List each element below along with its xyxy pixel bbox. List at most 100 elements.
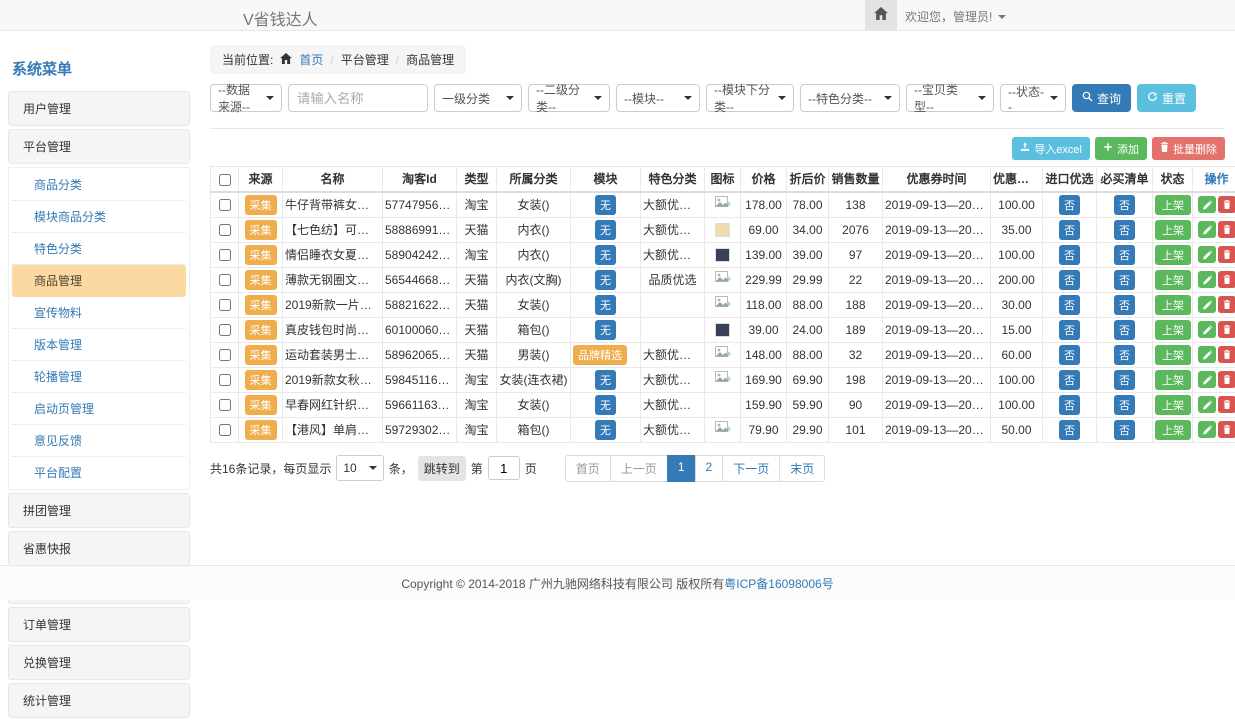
- jump-to-button[interactable]: 跳转到: [418, 456, 466, 481]
- status-badge[interactable]: 上架: [1155, 420, 1191, 440]
- status-badge[interactable]: 上架: [1155, 395, 1191, 415]
- edit-button[interactable]: [1198, 271, 1216, 288]
- must-buy-toggle-button[interactable]: 否: [1114, 195, 1135, 215]
- sidebar-group-兑换管理[interactable]: 兑换管理: [8, 645, 190, 680]
- delete-button[interactable]: [1218, 396, 1235, 413]
- row-checkbox[interactable]: [219, 374, 231, 386]
- edit-button[interactable]: [1198, 346, 1216, 363]
- delete-button[interactable]: [1218, 196, 1235, 213]
- must-buy-toggle-button[interactable]: 否: [1114, 270, 1135, 290]
- must-buy-toggle-button[interactable]: 否: [1114, 245, 1135, 265]
- sidebar-group-用户管理[interactable]: 用户管理: [8, 91, 190, 126]
- batch-delete-button[interactable]: 批量删除: [1152, 137, 1225, 160]
- sidebar-item-商品分类[interactable]: 商品分类: [12, 169, 186, 201]
- sidebar-item-版本管理[interactable]: 版本管理: [12, 329, 186, 361]
- edit-button[interactable]: [1198, 196, 1216, 213]
- filter-select-3[interactable]: --模块--: [616, 84, 700, 112]
- breadcrumb-home-link[interactable]: 首页: [299, 51, 323, 68]
- import-toggle-button[interactable]: 否: [1059, 295, 1080, 315]
- edit-button[interactable]: [1198, 321, 1216, 338]
- delete-button[interactable]: [1218, 271, 1235, 288]
- edit-button[interactable]: [1198, 396, 1216, 413]
- edit-button[interactable]: [1198, 371, 1216, 388]
- edit-button[interactable]: [1198, 246, 1216, 263]
- page-button-末页[interactable]: 末页: [779, 455, 825, 482]
- sidebar-group-订单管理[interactable]: 订单管理: [8, 607, 190, 642]
- page-button-2[interactable]: 2: [695, 455, 724, 482]
- delete-button[interactable]: [1218, 346, 1235, 363]
- page-button-上一页[interactable]: 上一页: [610, 455, 668, 482]
- filter-select-5[interactable]: --特色分类--: [800, 84, 900, 112]
- reset-button[interactable]: 重置: [1137, 84, 1196, 112]
- must-buy-toggle-button[interactable]: 否: [1114, 395, 1135, 415]
- edit-button[interactable]: [1198, 421, 1216, 438]
- select-all-checkbox[interactable]: [219, 174, 231, 186]
- page-button-首页[interactable]: 首页: [565, 455, 611, 482]
- delete-button[interactable]: [1218, 321, 1235, 338]
- page-size-select[interactable]: 10: [336, 455, 383, 481]
- filter-select-7[interactable]: --状态--: [1000, 84, 1066, 112]
- status-badge[interactable]: 上架: [1155, 270, 1191, 290]
- delete-button[interactable]: [1218, 246, 1235, 263]
- sidebar-item-启动页管理[interactable]: 启动页管理: [12, 393, 186, 425]
- filter-select-1[interactable]: 一级分类: [434, 84, 522, 112]
- status-badge[interactable]: 上架: [1155, 370, 1191, 390]
- status-badge[interactable]: 上架: [1155, 295, 1191, 315]
- filter-select-6[interactable]: --宝贝类型--: [906, 84, 994, 112]
- must-buy-toggle-button[interactable]: 否: [1114, 370, 1135, 390]
- sidebar-item-特色分类[interactable]: 特色分类: [12, 233, 186, 265]
- must-buy-toggle-button[interactable]: 否: [1114, 320, 1135, 340]
- module-none-badge[interactable]: 无: [595, 195, 616, 215]
- sidebar-item-意见反馈[interactable]: 意见反馈: [12, 425, 186, 457]
- icp-link[interactable]: 粤ICP备16098006号: [724, 575, 833, 592]
- name-search-input[interactable]: [288, 84, 428, 112]
- sidebar-item-宣传物料[interactable]: 宣传物料: [12, 297, 186, 329]
- jump-page-input[interactable]: [488, 456, 520, 480]
- delete-button[interactable]: [1218, 421, 1235, 438]
- import-toggle-button[interactable]: 否: [1059, 320, 1080, 340]
- module-none-badge[interactable]: 无: [595, 420, 616, 440]
- sidebar-group-拼团管理[interactable]: 拼团管理: [8, 493, 190, 528]
- module-none-badge[interactable]: 无: [595, 370, 616, 390]
- import-excel-button[interactable]: 导入excel: [1012, 137, 1090, 160]
- sidebar-group-平台管理[interactable]: 平台管理: [8, 129, 190, 164]
- home-button[interactable]: [865, 0, 897, 30]
- import-toggle-button[interactable]: 否: [1059, 370, 1080, 390]
- delete-button[interactable]: [1218, 221, 1235, 238]
- data-source-select[interactable]: --数据来源--: [210, 84, 282, 112]
- status-badge[interactable]: 上架: [1155, 320, 1191, 340]
- module-none-badge[interactable]: 无: [595, 295, 616, 315]
- module-none-badge[interactable]: 无: [595, 395, 616, 415]
- sidebar-item-商品管理[interactable]: 商品管理: [12, 265, 186, 297]
- sidebar-item-轮播管理[interactable]: 轮播管理: [12, 361, 186, 393]
- sidebar-item-平台配置[interactable]: 平台配置: [12, 457, 186, 488]
- page-button-下一页[interactable]: 下一页: [722, 455, 780, 482]
- import-toggle-button[interactable]: 否: [1059, 420, 1080, 440]
- row-checkbox[interactable]: [219, 249, 231, 261]
- status-badge[interactable]: 上架: [1155, 220, 1191, 240]
- row-checkbox[interactable]: [219, 299, 231, 311]
- sidebar-item-模块商品分类[interactable]: 模块商品分类: [12, 201, 186, 233]
- filter-select-4[interactable]: --模块下分类--: [706, 84, 794, 112]
- must-buy-toggle-button[interactable]: 否: [1114, 220, 1135, 240]
- must-buy-toggle-button[interactable]: 否: [1114, 295, 1135, 315]
- search-button[interactable]: 查询: [1072, 84, 1131, 112]
- page-button-1[interactable]: 1: [667, 455, 696, 482]
- row-checkbox[interactable]: [219, 274, 231, 286]
- filter-select-2[interactable]: --二级分类--: [528, 84, 610, 112]
- import-toggle-button[interactable]: 否: [1059, 245, 1080, 265]
- delete-button[interactable]: [1218, 296, 1235, 313]
- edit-button[interactable]: [1198, 221, 1216, 238]
- import-toggle-button[interactable]: 否: [1059, 195, 1080, 215]
- sidebar-group-省惠快报[interactable]: 省惠快报: [8, 531, 190, 566]
- sidebar-group-统计管理[interactable]: 统计管理: [8, 683, 190, 718]
- status-badge[interactable]: 上架: [1155, 195, 1191, 215]
- status-badge[interactable]: 上架: [1155, 345, 1191, 365]
- module-none-badge[interactable]: 无: [595, 245, 616, 265]
- import-toggle-button[interactable]: 否: [1059, 220, 1080, 240]
- status-badge[interactable]: 上架: [1155, 245, 1191, 265]
- delete-button[interactable]: [1218, 371, 1235, 388]
- import-toggle-button[interactable]: 否: [1059, 270, 1080, 290]
- must-buy-toggle-button[interactable]: 否: [1114, 420, 1135, 440]
- add-button[interactable]: 添加: [1095, 137, 1147, 160]
